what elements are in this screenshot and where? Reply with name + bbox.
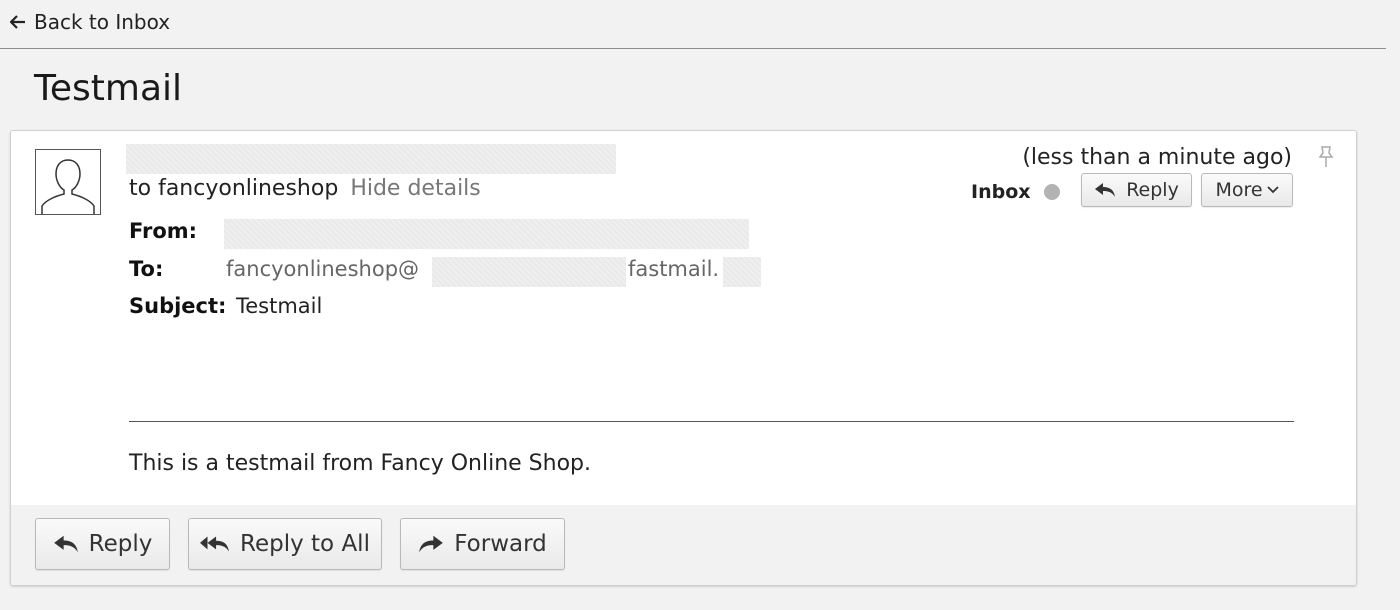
reply-all-label: Reply to All [240,531,370,557]
reply-button[interactable]: Reply [35,518,170,570]
forward-button[interactable]: Forward [400,518,565,570]
to-label: To: [129,257,164,281]
sender-name-redacted [126,144,616,174]
back-to-inbox-link[interactable]: Back to Inbox [10,10,170,34]
from-label: From: [129,219,198,243]
to-value-suffix: fastmail. [628,257,720,281]
page-title: Testmail [34,68,183,109]
pin-icon[interactable] [1318,145,1334,169]
forward-label: Forward [454,531,547,557]
reply-arrow-icon [53,535,78,553]
reply-all-icon [200,536,229,552]
top-bar: Back to Inbox [0,0,1386,49]
back-to-inbox-label: Back to Inbox [34,10,171,34]
hide-details-link[interactable]: Hide details [350,176,480,201]
user-silhouette-icon [41,159,95,214]
recipient-summary: to fancyonlineshop Hide details [129,176,481,201]
recipient-summary-text: to fancyonlineshop [129,176,339,201]
header-reply-label: Reply [1126,179,1179,201]
chevron-down-icon [1266,186,1279,194]
mailbox-label: Inbox [971,181,1031,203]
forward-arrow-icon [419,535,444,553]
message-body: This is a testmail from Fancy Online Sho… [129,451,592,476]
more-button[interactable]: More [1201,173,1293,207]
reply-arrow-icon [1095,183,1116,197]
message-card: to fancyonlineshop Hide details (less tha… [10,130,1357,586]
avatar [35,149,101,215]
subject-label: Subject: [129,294,227,318]
more-label: More [1215,179,1263,201]
status-dot[interactable] [1044,184,1060,200]
timestamp: (less than a minute ago) [1022,145,1292,170]
from-address-redacted [224,219,749,249]
to-value-prefix: fancyonlineshop@ [226,257,420,281]
header-divider [129,421,1294,422]
reply-all-button[interactable]: Reply to All [188,518,382,570]
to-domain-redacted [432,257,626,287]
to-tld-redacted [723,257,761,287]
left-arrow-icon [10,15,25,29]
subject-value: Testmail [236,294,323,318]
header-reply-button[interactable]: Reply [1081,173,1192,207]
reply-label: Reply [88,531,153,557]
